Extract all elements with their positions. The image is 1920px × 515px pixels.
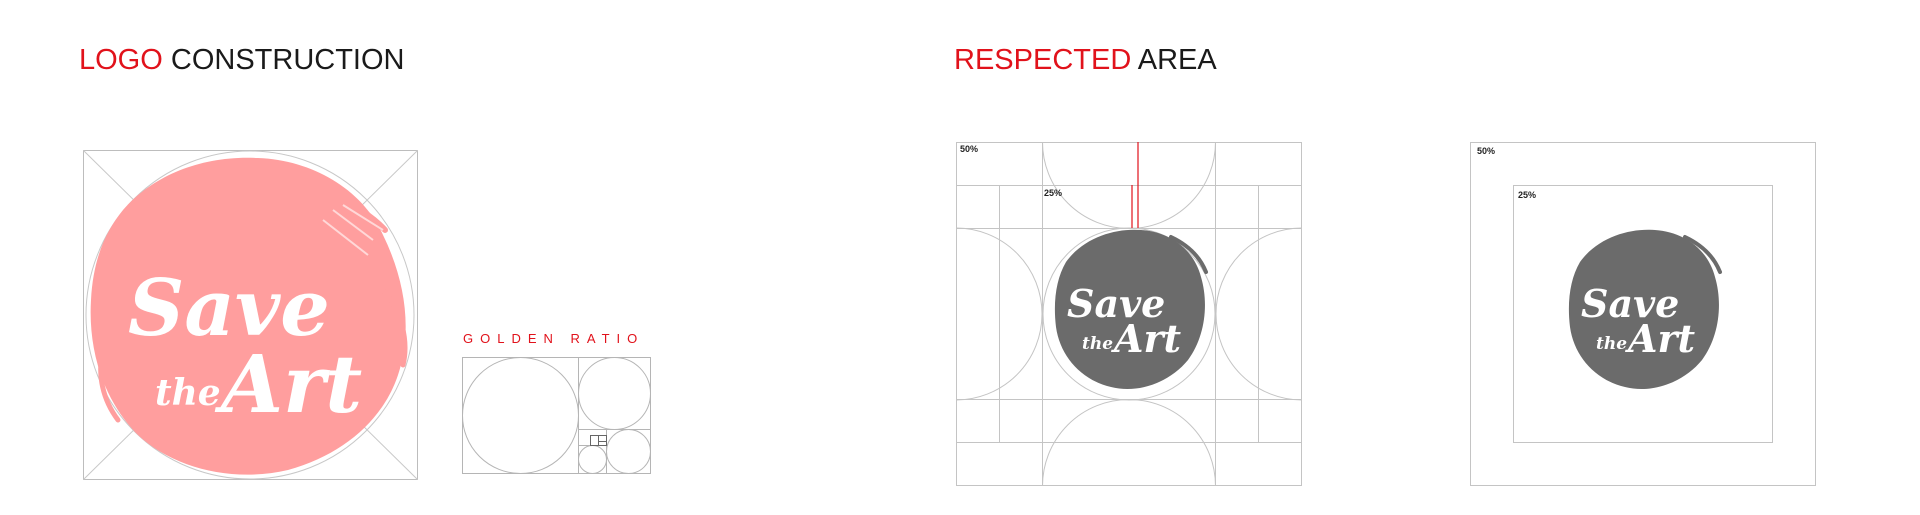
golden-ratio-spiral-grid-icon: [462, 357, 651, 474]
title-accent: LOGO: [79, 44, 163, 76]
title-rest: AREA: [1131, 44, 1217, 76]
inner-margin-label: 25%: [1518, 190, 1536, 200]
logo-text-art: Art: [1111, 316, 1182, 361]
logo-construction-diagram: Save the Art: [83, 150, 418, 480]
title-accent: RESPECTED: [954, 44, 1132, 76]
logo-text-art: Art: [1625, 316, 1696, 361]
outer-margin-label: 50%: [960, 144, 978, 154]
inner-margin-label: 25%: [1044, 188, 1062, 198]
respected-area-title: RESPECTED AREA: [954, 44, 1217, 77]
logo-construction-title: LOGO CONSTRUCTION: [79, 44, 404, 77]
logo-text-the: the: [1082, 334, 1113, 354]
logo-text-the: the: [155, 372, 221, 414]
logo-text-art: Art: [214, 337, 362, 431]
clearspace-plain-diagram: 50% 25% Save the Art: [1470, 142, 1816, 486]
outer-margin-label: 50%: [1477, 146, 1495, 156]
logo-text-the: the: [1596, 334, 1627, 354]
golden-ratio-label: GOLDEN RATIO: [463, 331, 645, 346]
title-rest: CONSTRUCTION: [162, 44, 405, 76]
clearspace-grid-diagram: 50% 25% Save the Art: [956, 142, 1302, 486]
